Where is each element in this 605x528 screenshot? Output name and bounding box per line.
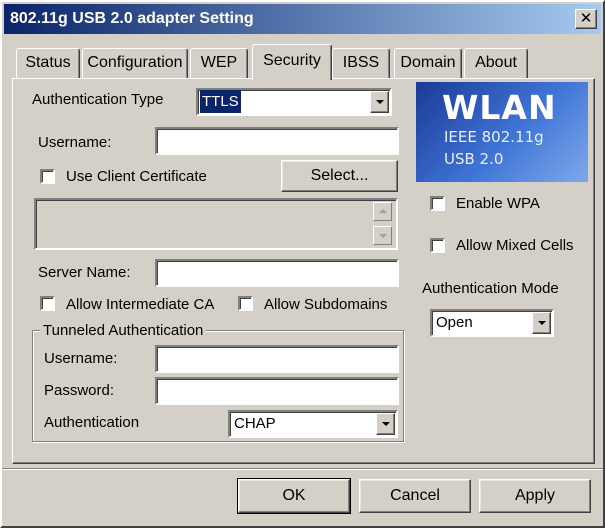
ok-label: OK: [282, 487, 306, 504]
tunneled-username-label: Username:: [44, 350, 118, 367]
tab-label: About: [475, 54, 517, 71]
tunneled-password-input[interactable]: [155, 377, 399, 405]
logo-line-1: IEEE 802.11g: [444, 128, 544, 146]
window-title: 802.11g USB 2.0 adapter Setting: [10, 10, 254, 27]
select-button-label: Select...: [310, 167, 369, 184]
allow-mixed-cells-label: Allow Mixed Cells: [456, 237, 574, 254]
allow-subdomains-checkbox[interactable]: [238, 296, 253, 311]
tab-label: Domain: [400, 54, 456, 71]
allow-subdomains-label: Allow Subdomains: [264, 296, 388, 313]
allow-intermediate-ca-label: Allow Intermediate CA: [66, 296, 215, 313]
auth-mode-select[interactable]: Open: [430, 309, 554, 337]
apply-label: Apply: [514, 487, 556, 504]
ok-button[interactable]: OK: [237, 478, 351, 514]
tab-wep[interactable]: WEP: [190, 48, 248, 78]
tunneled-auth-label: Authentication: [44, 414, 140, 431]
tunneled-username-input[interactable]: [155, 345, 399, 373]
cancel-label: Cancel: [390, 487, 440, 504]
chevron-down-icon[interactable]: [376, 413, 395, 435]
username-label: Username:: [38, 134, 112, 151]
tab-label: WEP: [200, 54, 238, 71]
tunneled-auth-title: Tunneled Authentication: [40, 322, 207, 339]
server-name-input[interactable]: [155, 259, 399, 287]
certificate-display: [34, 198, 398, 250]
tab-label: Status: [25, 54, 71, 71]
tunneled-auth-select[interactable]: CHAP: [228, 410, 398, 438]
auth-type-select[interactable]: TTLS: [196, 88, 392, 116]
scroll-down-icon: [373, 226, 392, 245]
tab-security[interactable]: Security: [252, 44, 332, 80]
auth-type-label: Authentication Type: [32, 91, 164, 108]
tab-label: Security: [263, 52, 321, 69]
close-button[interactable]: ✕: [575, 9, 597, 29]
tab-ibss[interactable]: IBSS: [332, 48, 390, 78]
settings-dialog: 802.11g USB 2.0 adapter Setting ✕ Status…: [0, 0, 605, 528]
wlan-logo: WLAN IEEE 802.11g USB 2.0: [416, 82, 588, 182]
allow-intermediate-ca-checkbox[interactable]: [40, 296, 55, 311]
use-client-cert-checkbox[interactable]: [40, 169, 55, 184]
tab-domain[interactable]: Domain: [394, 48, 462, 78]
tunneled-auth-value: CHAP: [234, 415, 276, 432]
enable-wpa-label: Enable WPA: [456, 195, 540, 212]
logo-line-2: USB 2.0: [444, 150, 504, 168]
tunneled-password-label: Password:: [44, 382, 115, 399]
cancel-button[interactable]: Cancel: [359, 479, 471, 513]
auth-mode-value: Open: [436, 314, 473, 331]
button-separator: [2, 468, 603, 470]
logo-title: WLAN: [442, 88, 557, 127]
server-name-label: Server Name:: [38, 264, 131, 281]
use-client-cert-label: Use Client Certificate: [66, 168, 207, 185]
scroll-up-icon: [373, 202, 392, 221]
tab-label: Configuration: [87, 54, 183, 71]
tab-status[interactable]: Status: [16, 48, 80, 78]
chevron-down-icon[interactable]: [532, 312, 551, 334]
enable-wpa-checkbox[interactable]: [430, 196, 445, 211]
close-icon: ✕: [579, 10, 593, 27]
auth-mode-label: Authentication Mode: [422, 280, 559, 297]
tab-label: IBSS: [342, 54, 380, 71]
apply-button[interactable]: Apply: [479, 479, 591, 513]
tab-configuration[interactable]: Configuration: [82, 48, 188, 78]
allow-mixed-cells-checkbox[interactable]: [430, 238, 445, 253]
select-certificate-button[interactable]: Select...: [281, 160, 398, 192]
tab-about[interactable]: About: [464, 48, 528, 78]
chevron-down-icon[interactable]: [370, 91, 389, 113]
title-bar[interactable]: 802.11g USB 2.0 adapter Setting ✕: [4, 4, 601, 34]
username-input[interactable]: [155, 127, 399, 155]
auth-type-value: TTLS: [200, 90, 241, 113]
